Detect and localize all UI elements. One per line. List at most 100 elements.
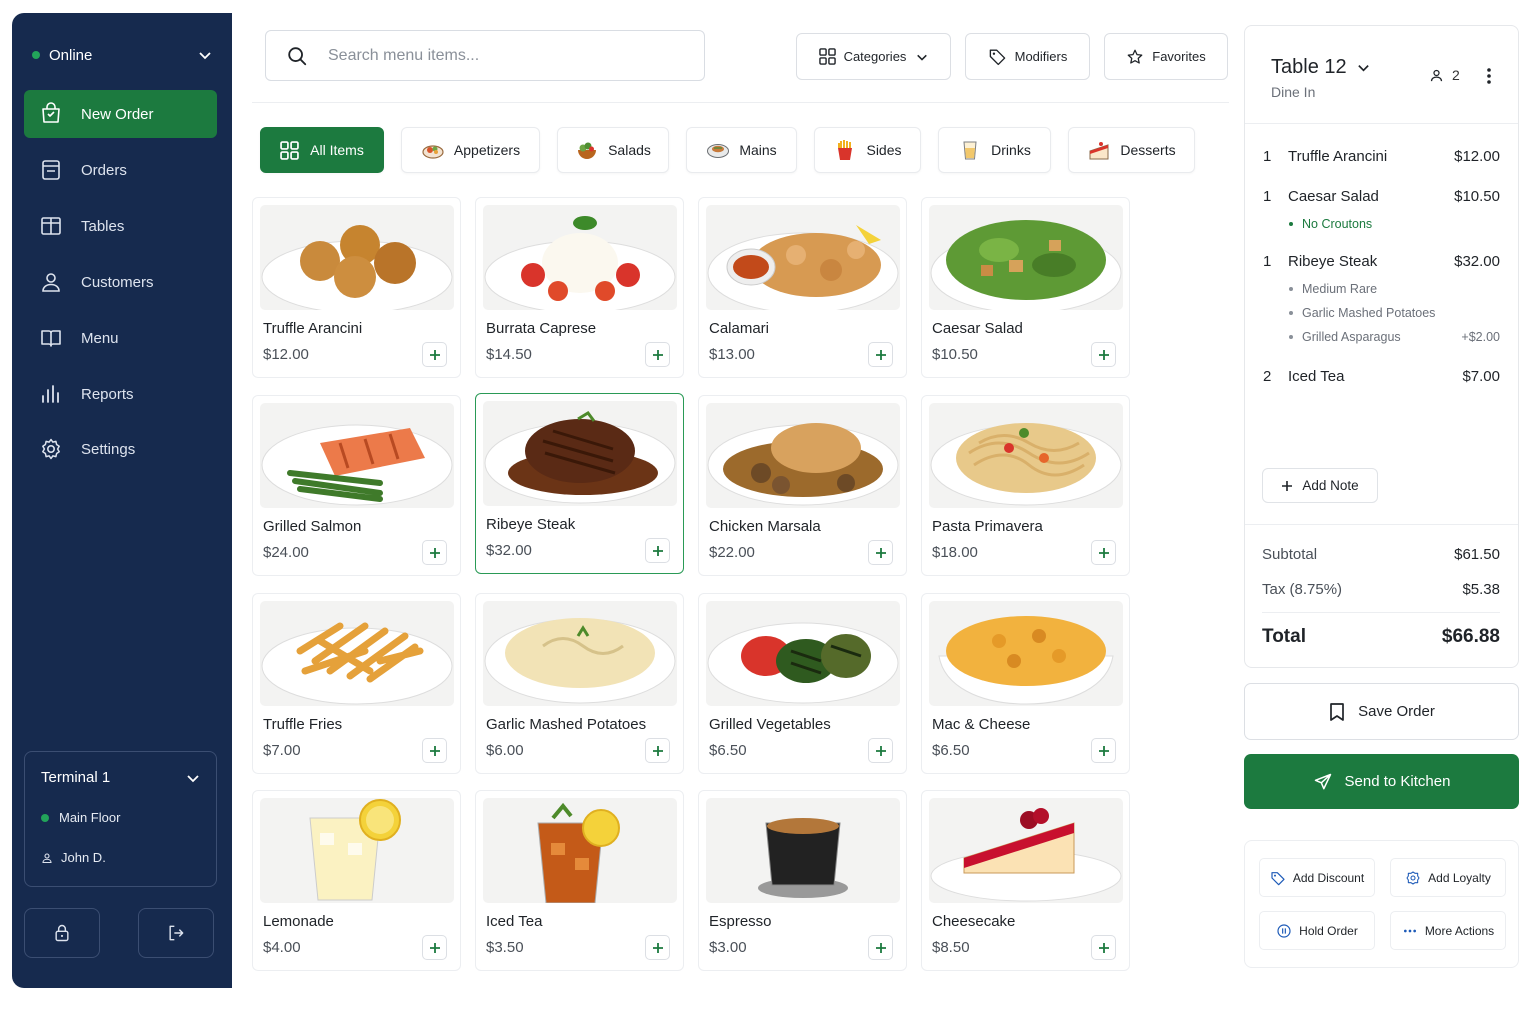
menu-item-card[interactable]: Caesar Salad $10.50 — [921, 197, 1130, 378]
add-item-button[interactable] — [868, 342, 893, 367]
sidebar-item-new-order[interactable]: New Order — [24, 90, 217, 138]
menu-item-card-selected[interactable]: Ribeye Steak $32.00 — [475, 393, 684, 574]
add-item-button[interactable] — [422, 935, 447, 960]
category-tab-label: Drinks — [991, 142, 1031, 158]
more-actions-button[interactable]: More Actions — [1390, 911, 1506, 950]
add-item-button[interactable] — [1091, 342, 1116, 367]
grid-icon — [280, 140, 299, 160]
add-discount-button[interactable]: Add Discount — [1259, 858, 1375, 897]
menu-item-card[interactable]: Truffle Fries $7.00 — [252, 593, 461, 774]
sidebar-item-orders[interactable]: Orders — [24, 146, 217, 194]
menu-item-name: Ribeye Steak — [486, 516, 576, 533]
modifier-price: +$2.00 — [1461, 330, 1500, 344]
category-tab-drinks[interactable]: Drinks — [938, 127, 1051, 173]
menu-item-card[interactable]: Grilled Vegetables $6.50 — [698, 593, 907, 774]
plus-icon — [1098, 942, 1109, 953]
menu-item-image-truffle-arancini — [260, 205, 454, 310]
add-item-button[interactable] — [868, 540, 893, 565]
menu-item-card[interactable]: Mac & Cheese $6.50 — [921, 593, 1130, 774]
order-line-item[interactable]: 1 Ribeye Steak $32.00 — [1263, 253, 1500, 270]
sidebar-item-settings[interactable]: Settings — [24, 425, 217, 473]
category-tab-label: Sides — [866, 142, 902, 158]
add-item-button[interactable] — [645, 342, 670, 367]
add-item-button[interactable] — [422, 540, 447, 565]
add-item-button[interactable] — [868, 738, 893, 763]
add-item-button[interactable] — [1091, 738, 1116, 763]
order-panel: Table 12 Dine In 2 1 Truffle Arancini $1… — [1244, 25, 1519, 668]
order-line-item[interactable]: 1 Truffle Arancini $12.00 — [1263, 148, 1500, 165]
menu-item-card[interactable]: Grilled Salmon $24.00 — [252, 395, 461, 576]
send-to-kitchen-label: Send to Kitchen — [1344, 773, 1451, 790]
order-line-item[interactable]: 1 Caesar Salad $10.50 — [1263, 188, 1500, 205]
order-more-button[interactable] — [1481, 66, 1497, 86]
add-item-button[interactable] — [1091, 935, 1116, 960]
sidebar-item-menu[interactable]: Menu — [24, 314, 217, 362]
menu-item-price: $4.00 — [263, 939, 301, 956]
quick-actions-panel: Add Discount Add Loyalty Hold Order More… — [1244, 840, 1519, 968]
sidebar-item-label: New Order — [81, 105, 154, 123]
add-loyalty-button[interactable]: Add Loyalty — [1390, 858, 1506, 897]
menu-item-card[interactable]: Pasta Primavera $18.00 — [921, 395, 1130, 576]
add-note-button[interactable]: Add Note — [1262, 468, 1378, 503]
order-line-modifier: Medium Rare — [1289, 282, 1500, 296]
user-icon — [42, 273, 60, 292]
menu-item-name: Espresso — [709, 913, 772, 930]
menu-item-card[interactable]: Burrata Caprese $14.50 — [475, 197, 684, 378]
menu-item-card[interactable]: Iced Tea $3.50 — [475, 790, 684, 971]
order-header-divider — [1245, 123, 1518, 124]
add-item-button[interactable] — [868, 935, 893, 960]
category-tab-appetizers[interactable]: Appetizers — [401, 127, 540, 173]
menu-item-card[interactable]: Espresso $3.00 — [698, 790, 907, 971]
plus-icon — [429, 547, 440, 558]
menu-item-image-chicken-marsala — [706, 403, 900, 508]
category-tab-mains[interactable]: Mains — [686, 127, 797, 173]
category-tab-desserts[interactable]: Desserts — [1068, 127, 1195, 173]
add-item-button[interactable] — [645, 935, 670, 960]
menu-item-name: Chicken Marsala — [709, 518, 821, 535]
categories-button[interactable]: Categories — [796, 33, 951, 80]
category-tab-salads[interactable]: Salads — [557, 127, 669, 173]
search-input[interactable] — [328, 46, 658, 65]
add-item-button[interactable] — [422, 342, 447, 367]
menu-item-card[interactable]: Garlic Mashed Potatoes $6.00 — [475, 593, 684, 774]
guest-count[interactable]: 2 — [1429, 67, 1460, 83]
add-item-button[interactable] — [645, 538, 670, 563]
pause-circle-icon — [1277, 923, 1291, 938]
add-item-button[interactable] — [645, 738, 670, 763]
category-tab-sides[interactable]: Sides — [814, 127, 921, 173]
menu-item-price: $6.50 — [932, 742, 970, 759]
add-item-button[interactable] — [1091, 540, 1116, 565]
sidebar-item-reports[interactable]: Reports — [24, 370, 217, 418]
hold-order-button[interactable]: Hold Order — [1259, 911, 1375, 950]
menu-item-card[interactable]: Lemonade $4.00 — [252, 790, 461, 971]
sidebar-item-customers[interactable]: Customers — [24, 258, 217, 306]
category-tab-label: Salads — [608, 142, 651, 158]
logout-button[interactable] — [138, 908, 214, 958]
favorites-button[interactable]: Favorites — [1104, 33, 1228, 80]
menu-item-card[interactable]: Calamari $13.00 — [698, 197, 907, 378]
order-line-modifier: Garlic Mashed Potatoes — [1289, 306, 1500, 320]
save-order-button[interactable]: Save Order — [1244, 683, 1519, 740]
menu-item-card[interactable]: Chicken Marsala $22.00 — [698, 395, 907, 576]
sidebar-item-tables[interactable]: Tables — [24, 202, 217, 250]
category-tab-all-items[interactable]: All Items — [260, 127, 384, 173]
send-to-kitchen-button[interactable]: Send to Kitchen — [1244, 754, 1519, 809]
order-line-qty: 1 — [1263, 148, 1272, 165]
menu-item-name: Calamari — [709, 320, 770, 337]
lock-button[interactable] — [24, 908, 100, 958]
order-line-price: $12.00 — [1454, 148, 1500, 165]
modifier-bullet — [1289, 222, 1293, 226]
plus-icon — [429, 745, 440, 756]
order-line-item[interactable]: 2 Iced Tea $7.00 — [1263, 368, 1500, 385]
online-status-selector[interactable]: Online — [32, 43, 212, 67]
chevron-down-icon — [917, 54, 928, 61]
search-icon — [288, 46, 307, 65]
add-item-button[interactable] — [422, 738, 447, 763]
terminal-selector[interactable]: Terminal 1 — [41, 769, 200, 786]
plus-icon — [875, 349, 886, 360]
categories-button-label: Categories — [843, 49, 907, 64]
menu-item-card[interactable]: Cheesecake $8.50 — [921, 790, 1130, 971]
modifiers-button[interactable]: Modifiers — [965, 33, 1090, 80]
table-selector[interactable]: Table 12 — [1271, 56, 1370, 79]
menu-item-card[interactable]: Truffle Arancini $12.00 — [252, 197, 461, 378]
